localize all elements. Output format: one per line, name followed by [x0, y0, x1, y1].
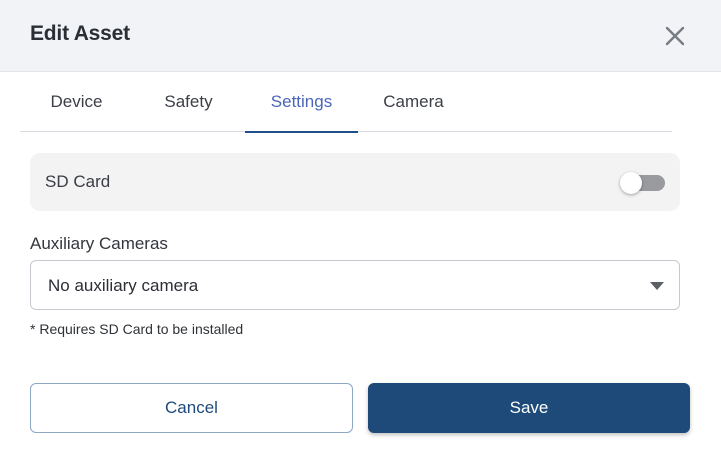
tab-settings[interactable]: Settings — [245, 72, 358, 133]
auxiliary-cameras-value: No auxiliary camera — [48, 276, 199, 295]
sd-card-label: SD Card — [45, 172, 111, 191]
caret-down-icon — [650, 282, 664, 290]
tab-safety[interactable]: Safety — [132, 72, 245, 132]
sd-card-row: SD Card — [30, 153, 680, 211]
close-button[interactable] — [661, 22, 689, 50]
close-icon — [665, 26, 685, 46]
cancel-button[interactable]: Cancel — [30, 383, 353, 433]
edit-asset-dialog: Edit Asset Device Safety Settings Camera… — [0, 0, 721, 455]
sd-card-toggle[interactable] — [620, 172, 666, 194]
save-button[interactable]: Save — [368, 383, 690, 433]
dialog-title: Edit Asset — [30, 22, 130, 45]
toggle-knob — [620, 172, 642, 194]
auxiliary-cameras-select[interactable]: No auxiliary camera — [30, 260, 680, 310]
auxiliary-cameras-label: Auxiliary Cameras — [30, 234, 168, 253]
tab-bar: Device Safety Settings Camera — [20, 72, 672, 133]
tab-camera[interactable]: Camera — [357, 72, 470, 132]
dialog-header: Edit Asset — [0, 0, 721, 72]
sd-card-requirement-hint: * Requires SD Card to be installed — [30, 321, 244, 337]
tab-device[interactable]: Device — [20, 72, 133, 132]
